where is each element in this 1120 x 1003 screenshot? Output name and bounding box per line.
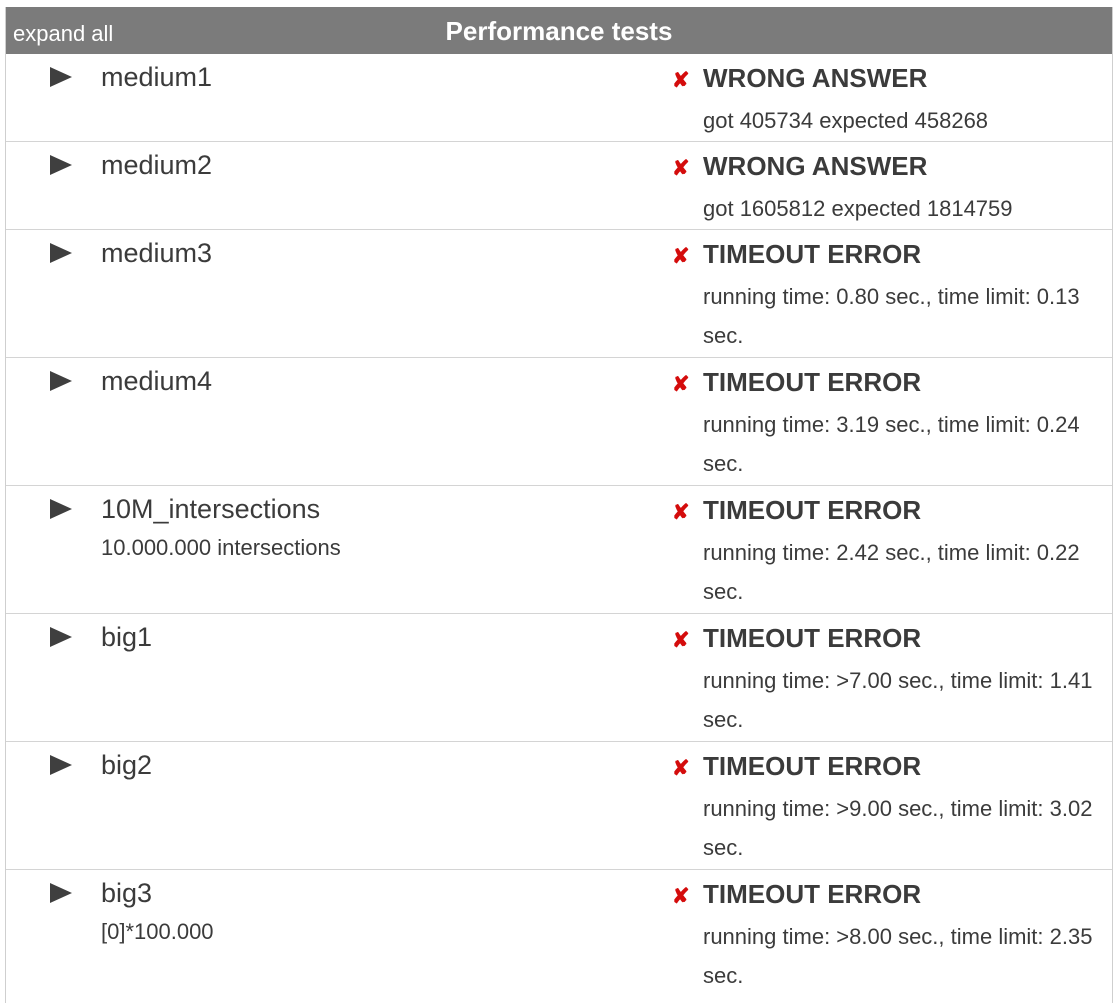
test-name: big1 (101, 622, 153, 652)
test-row-medium3[interactable]: medium3 ✘ TIMEOUT ERROR running time: 0.… (6, 230, 1112, 358)
test-status: WRONG ANSWER (703, 63, 928, 93)
test-status: TIMEOUT ERROR (703, 239, 922, 269)
fail-cross-icon: ✘ (672, 885, 690, 908)
panel-title: Performance tests (445, 16, 673, 46)
test-name: medium1 (101, 62, 213, 92)
test-detail: running time: >7.00 sec., time limit: 1.… (703, 668, 1093, 732)
fail-cross-icon: ✘ (672, 629, 690, 652)
test-name: medium2 (101, 150, 213, 180)
test-detail: running time: >8.00 sec., time limit: 2.… (703, 924, 1093, 988)
test-status: TIMEOUT ERROR (703, 751, 922, 781)
fail-cross-icon: ✘ (672, 245, 690, 268)
test-description: 10.000.000 intersections (101, 535, 341, 560)
test-detail: got 405734 expected 458268 (703, 108, 989, 133)
test-detail: got 1605812 expected 1814759 (703, 196, 1013, 221)
test-detail: running time: 0.80 sec., time limit: 0.1… (703, 284, 1080, 348)
fail-cross-icon: ✘ (672, 757, 690, 780)
performance-tests-panel: expand all Performance tests medium1 ✘ W… (5, 7, 1113, 1003)
test-status: TIMEOUT ERROR (703, 623, 922, 653)
fail-cross-icon: ✘ (672, 157, 690, 180)
test-name: big3 (101, 878, 153, 908)
test-row-10m-intersections[interactable]: 10M_intersections 10.000.000 intersectio… (6, 486, 1112, 614)
test-description: [0]*100.000 (101, 919, 214, 944)
test-status: TIMEOUT ERROR (703, 367, 922, 397)
expand-triangle-icon[interactable] (50, 627, 72, 647)
expand-triangle-icon[interactable] (50, 155, 72, 175)
test-name: medium3 (101, 238, 213, 268)
panel-header: expand all Performance tests (6, 7, 1112, 54)
test-status: WRONG ANSWER (703, 151, 928, 181)
test-detail: running time: 3.19 sec., time limit: 0.2… (703, 412, 1080, 476)
test-row-big3[interactable]: big3 [0]*100.000 ✘ TIMEOUT ERROR running… (6, 870, 1112, 1003)
expand-triangle-icon[interactable] (50, 755, 72, 775)
test-row-medium1[interactable]: medium1 ✘ WRONG ANSWER got 405734 expect… (6, 54, 1112, 142)
expand-triangle-icon[interactable] (50, 67, 72, 87)
test-name: 10M_intersections (101, 494, 321, 524)
test-row-medium2[interactable]: medium2 ✘ WRONG ANSWER got 1605812 expec… (6, 142, 1112, 230)
fail-cross-icon: ✘ (672, 69, 690, 92)
test-row-medium4[interactable]: medium4 ✘ TIMEOUT ERROR running time: 3.… (6, 358, 1112, 486)
expand-triangle-icon[interactable] (50, 883, 72, 903)
fail-cross-icon: ✘ (672, 373, 690, 396)
expand-triangle-icon[interactable] (50, 499, 72, 519)
test-status: TIMEOUT ERROR (703, 879, 922, 909)
test-name: medium4 (101, 366, 213, 396)
test-row-big2[interactable]: big2 ✘ TIMEOUT ERROR running time: >9.00… (6, 742, 1112, 870)
test-detail: running time: >9.00 sec., time limit: 3.… (703, 796, 1093, 860)
expand-triangle-icon[interactable] (50, 243, 72, 263)
test-detail: running time: 2.42 sec., time limit: 0.2… (703, 540, 1080, 604)
test-status: TIMEOUT ERROR (703, 495, 922, 525)
test-row-big1[interactable]: big1 ✘ TIMEOUT ERROR running time: >7.00… (6, 614, 1112, 742)
expand-triangle-icon[interactable] (50, 371, 72, 391)
fail-cross-icon: ✘ (672, 501, 690, 524)
test-name: big2 (101, 750, 153, 780)
